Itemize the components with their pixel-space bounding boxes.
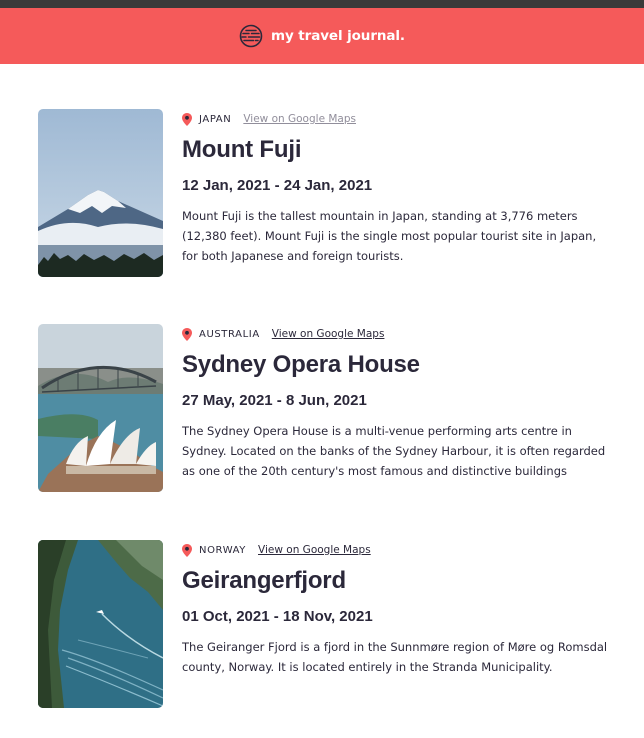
journal-entry: AUSTRALIA View on Google Maps Sydney Ope… [38, 324, 618, 494]
entry-photo-geirangerfjord [38, 540, 163, 708]
location-pin-icon [182, 327, 192, 341]
entry-photo-sydney-opera-house [38, 324, 163, 492]
entry-dates: 27 May, 2021 - 8 Jun, 2021 [182, 392, 367, 409]
entry-country: JAPAN [199, 113, 232, 125]
google-maps-link[interactable]: View on Google Maps [258, 544, 371, 556]
entry-photo-mount-fuji [38, 109, 163, 277]
google-maps-link[interactable]: View on Google Maps [272, 328, 385, 340]
entry-title: Sydney Opera House [182, 351, 420, 378]
entry-description: Mount Fuji is the tallest mountain in Ja… [182, 209, 597, 263]
globe-icon [239, 24, 263, 48]
location-pin-icon [182, 112, 192, 126]
journal-entry: JAPAN View on Google Maps Mount Fuji 12 … [38, 109, 618, 279]
journal-entry: NORWAY View on Google Maps Geirangerfjor… [38, 540, 618, 710]
app-title: my travel journal. [271, 28, 405, 44]
browser-top-strip [0, 0, 644, 8]
entry-dates: 12 Jan, 2021 - 24 Jan, 2021 [182, 177, 373, 194]
entry-description: The Geiranger Fjord is a fjord in the Su… [182, 640, 608, 674]
google-maps-link[interactable]: View on Google Maps [243, 113, 356, 125]
app-header: my travel journal. [0, 8, 644, 64]
entry-dates: 01 Oct, 2021 - 18 Nov, 2021 [182, 608, 373, 625]
entry-country: NORWAY [199, 544, 247, 556]
entry-title: Geirangerfjord [182, 567, 346, 594]
entry-country: AUSTRALIA [199, 328, 260, 340]
location-pin-icon [182, 543, 192, 557]
entry-title: Mount Fuji [182, 136, 302, 163]
entry-description: The Sydney Opera House is a multi-venue … [182, 424, 606, 478]
